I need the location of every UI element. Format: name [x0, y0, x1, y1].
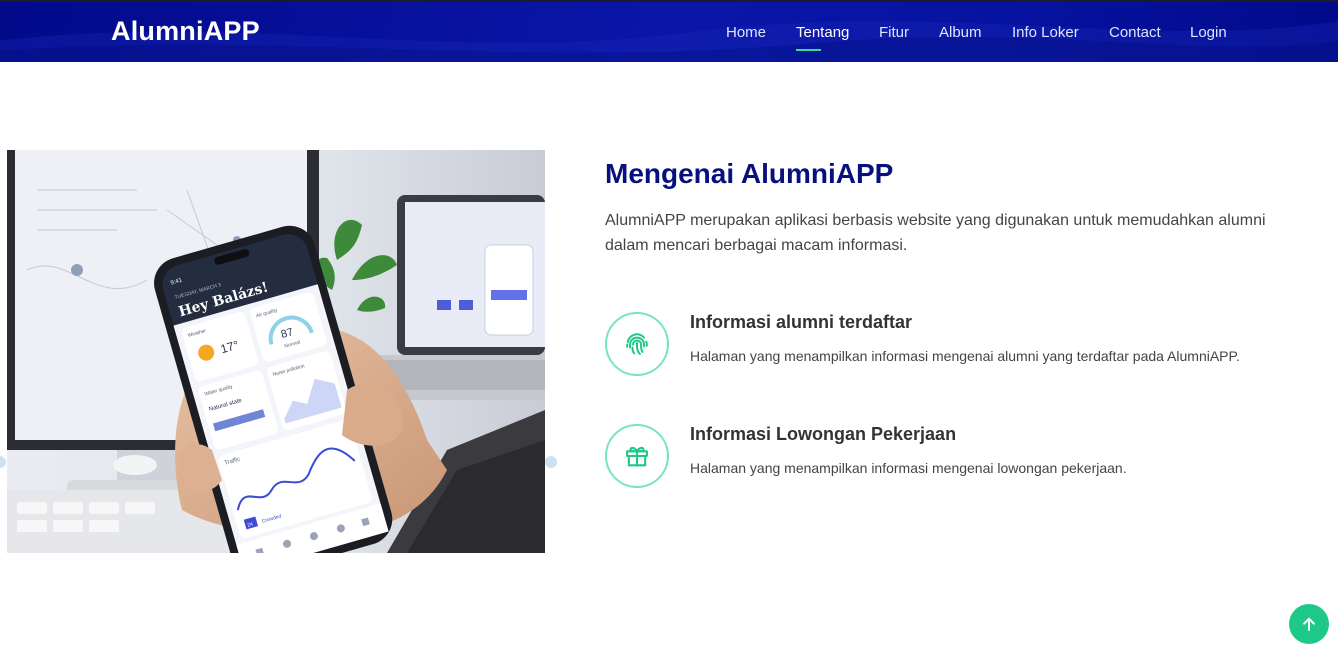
- about-title: Mengenai AlumniAPP: [605, 158, 894, 189]
- about-description: AlumniAPP merupakan aplikasi berbasis we…: [605, 212, 1266, 254]
- feature-title-loker: Informasi Lowongan Pekerjaan: [690, 424, 957, 444]
- decorative-dot-right: [545, 456, 557, 468]
- nav-fitur[interactable]: Fitur: [879, 24, 909, 41]
- nav-active-indicator: [796, 49, 821, 51]
- decorative-dot-left: [0, 456, 6, 468]
- feature-text-loker: Halaman yang menampilkan informasi menge…: [690, 460, 1127, 476]
- nav-album[interactable]: Album: [939, 24, 982, 41]
- gift-icon: [626, 446, 648, 467]
- feature-icon-wrap: [605, 424, 669, 488]
- feature-icon-wrap: [605, 312, 669, 376]
- about-photo: 9:41 TUESDAY, MARCH 3 Hey Balázs! Weathe…: [7, 150, 545, 553]
- nav-info-loker[interactable]: Info Loker: [1012, 24, 1079, 41]
- fingerprint-icon: [626, 333, 648, 355]
- nav-home[interactable]: Home: [726, 24, 766, 41]
- arrow-up-icon: [1303, 617, 1315, 631]
- back-to-top-button[interactable]: [1289, 604, 1329, 644]
- feature-title-alumni: Informasi alumni terdaftar: [690, 312, 913, 332]
- nav-login[interactable]: Login: [1190, 24, 1227, 41]
- phone-in-hand-illustration: 9:41 TUESDAY, MARCH 3 Hey Balázs! Weathe…: [7, 150, 545, 553]
- feature-text-alumni: Halaman yang menampilkan informasi menge…: [690, 348, 1240, 364]
- site-logo[interactable]: AlumniAPP: [111, 16, 260, 47]
- nav-contact[interactable]: Contact: [1109, 24, 1161, 41]
- nav-tentang[interactable]: Tentang: [796, 24, 849, 41]
- site-header: AlumniAPP Home Tentang Fitur Album Info …: [0, 0, 1338, 62]
